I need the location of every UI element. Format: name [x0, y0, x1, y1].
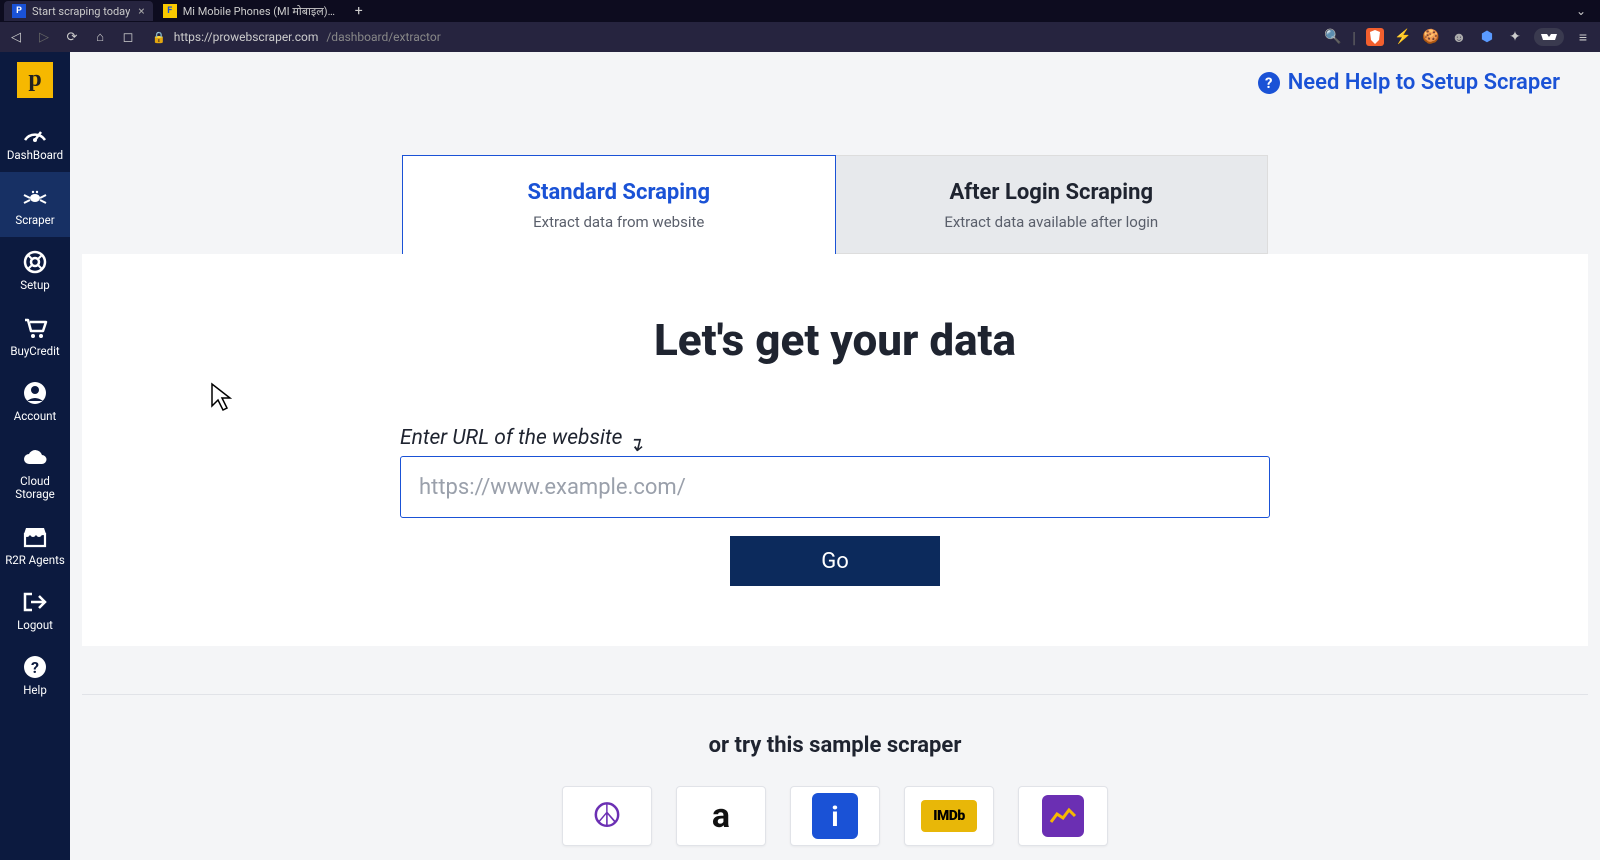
tab-title: Standard Scraping — [423, 180, 815, 205]
logo-cell: p — [0, 52, 70, 107]
browser-tab-strip: P Start scraping today × F Mi Mobile Pho… — [0, 0, 1600, 22]
sample-amazon[interactable]: a — [676, 786, 766, 846]
svg-text:?: ? — [31, 658, 39, 677]
nav-back-icon[interactable]: ◁ — [8, 30, 24, 45]
url-input[interactable] — [400, 456, 1270, 518]
new-tab-button[interactable]: + — [347, 3, 371, 19]
sidebar: p DashBoard Scraper Setup BuyCredit — [0, 52, 70, 860]
sidebar-item-help[interactable]: ? Help — [0, 642, 70, 707]
peace-icon: ☮ — [592, 796, 622, 836]
sidebar-label: R2R Agents — [5, 554, 65, 567]
tab-after-login-scraping[interactable]: After Login Scraping Extract data availa… — [836, 155, 1269, 254]
tab-title-1: Start scraping today — [32, 5, 130, 18]
ext-1-icon[interactable]: ⚡ — [1394, 28, 1412, 46]
sidebar-label: Setup — [20, 279, 50, 292]
sidebar-label: Cloud Storage — [2, 475, 68, 501]
nav-reload-icon[interactable]: ⟳ — [64, 30, 80, 45]
toolbar-separator: | — [1352, 28, 1356, 47]
tab-title-2: Mi Mobile Phones (MI मोबाइल) and — [183, 4, 337, 19]
sidebar-label: Scraper — [15, 214, 54, 227]
url-path: /dashboard/extractor — [326, 30, 440, 44]
spider-icon — [21, 184, 49, 210]
arrow-down-icon: ↴ — [626, 434, 643, 454]
ext-2-icon[interactable]: 🍪 — [1422, 28, 1440, 46]
main-panel: Let's get your data Enter URL of the web… — [82, 254, 1588, 646]
sample-heading: or try this sample scraper — [70, 733, 1600, 758]
zoom-icon[interactable]: 🔍 — [1324, 28, 1342, 46]
menu-icon[interactable]: ≡ — [1574, 28, 1592, 46]
browser-tab-2[interactable]: F Mi Mobile Phones (MI मोबाइल) and — [155, 1, 345, 21]
tab-standard-scraping[interactable]: Standard Scraping Extract data from webs… — [402, 155, 836, 254]
ext-3-icon[interactable]: ☻ — [1450, 28, 1468, 46]
sidebar-item-scraper[interactable]: Scraper — [0, 172, 70, 237]
browser-toolbar: ◁ ▷ ⟳ ⌂ ◻ 🔒 https://prowebscraper.com/da… — [0, 22, 1600, 52]
sidebar-item-setup[interactable]: Setup — [0, 237, 70, 302]
sample-yahoo-finance[interactable] — [1018, 786, 1108, 846]
page-headline: Let's get your data — [82, 314, 1588, 366]
tabs-chevron-icon[interactable]: ⌄ — [1566, 4, 1596, 18]
sidebar-item-logout[interactable]: Logout — [0, 577, 70, 642]
need-help-link[interactable]: ? Need Help to Setup Scraper — [1258, 70, 1560, 95]
tab-favicon-1: P — [12, 4, 26, 18]
indeed-icon: i — [812, 793, 858, 839]
sidebar-label: Logout — [17, 619, 53, 632]
sidebar-label: DashBoard — [7, 149, 63, 162]
imdb-icon: IMDb — [921, 800, 977, 832]
content-area: ? Need Help to Setup Scraper Standard Sc… — [70, 52, 1600, 860]
tab-favicon-2: F — [163, 4, 177, 18]
nav-home-icon[interactable]: ⌂ — [92, 29, 108, 45]
sidebar-label: Account — [14, 410, 57, 423]
store-icon — [22, 524, 48, 550]
browser-tab-active[interactable]: P Start scraping today × — [4, 1, 153, 21]
cloud-icon — [21, 445, 49, 471]
toolbar-right: 🔍 | ⚡ 🍪 ☻ ⬢ ✦ ≡ — [1324, 28, 1592, 47]
brave-shield-icon[interactable] — [1366, 28, 1384, 46]
amazon-icon: a — [712, 796, 730, 836]
tab-subtitle: Extract data from website — [423, 213, 815, 231]
tab-title: After Login Scraping — [856, 180, 1248, 205]
user-icon — [23, 380, 47, 406]
ext-4-icon[interactable]: ⬢ — [1478, 28, 1496, 46]
sample-imdb[interactable]: IMDb — [904, 786, 994, 846]
nav-bookmark-icon[interactable]: ◻ — [120, 30, 136, 45]
url-field-label: Enter URL of the website ↴ — [400, 426, 1270, 450]
url-host: https://prowebscraper.com — [174, 30, 319, 44]
sidebar-item-dashboard[interactable]: DashBoard — [0, 107, 70, 172]
nav-forward-icon[interactable]: ▷ — [36, 30, 52, 45]
sample-indeed[interactable]: i — [790, 786, 880, 846]
sidebar-item-account[interactable]: Account — [0, 368, 70, 433]
tab-close-icon[interactable]: × — [138, 4, 144, 18]
gauge-icon — [21, 119, 49, 145]
mode-tabs: Standard Scraping Extract data from webs… — [402, 155, 1268, 254]
logout-icon — [22, 589, 48, 615]
help-icon: ? — [23, 654, 47, 680]
lifesaver-icon — [23, 249, 47, 275]
url-field-label-text: Enter URL of the website — [400, 426, 622, 450]
go-button[interactable]: Go — [730, 536, 940, 586]
sample-row: ☮ a i IMDb — [70, 786, 1600, 846]
tab-subtitle: Extract data available after login — [856, 213, 1248, 231]
profile-icon[interactable] — [1534, 28, 1564, 46]
sidebar-label: BuyCredit — [10, 345, 59, 358]
extensions-icon[interactable]: ✦ — [1506, 28, 1524, 46]
sidebar-label: Help — [23, 684, 47, 697]
cart-icon — [22, 315, 48, 341]
app-logo[interactable]: p — [17, 62, 53, 98]
help-link-text: Need Help to Setup Scraper — [1288, 70, 1560, 95]
sidebar-item-r2ragents[interactable]: R2R Agents — [0, 512, 70, 577]
sidebar-item-buycredit[interactable]: BuyCredit — [0, 303, 70, 368]
lock-icon: 🔒 — [152, 31, 166, 44]
address-bar[interactable]: 🔒 https://prowebscraper.com/dashboard/ex… — [148, 30, 1312, 44]
sample-craigslist[interactable]: ☮ — [562, 786, 652, 846]
sidebar-item-cloudstorage[interactable]: Cloud Storage — [0, 433, 70, 511]
yahoo-finance-icon — [1042, 795, 1084, 837]
help-question-icon: ? — [1258, 72, 1280, 94]
divider — [82, 694, 1588, 695]
